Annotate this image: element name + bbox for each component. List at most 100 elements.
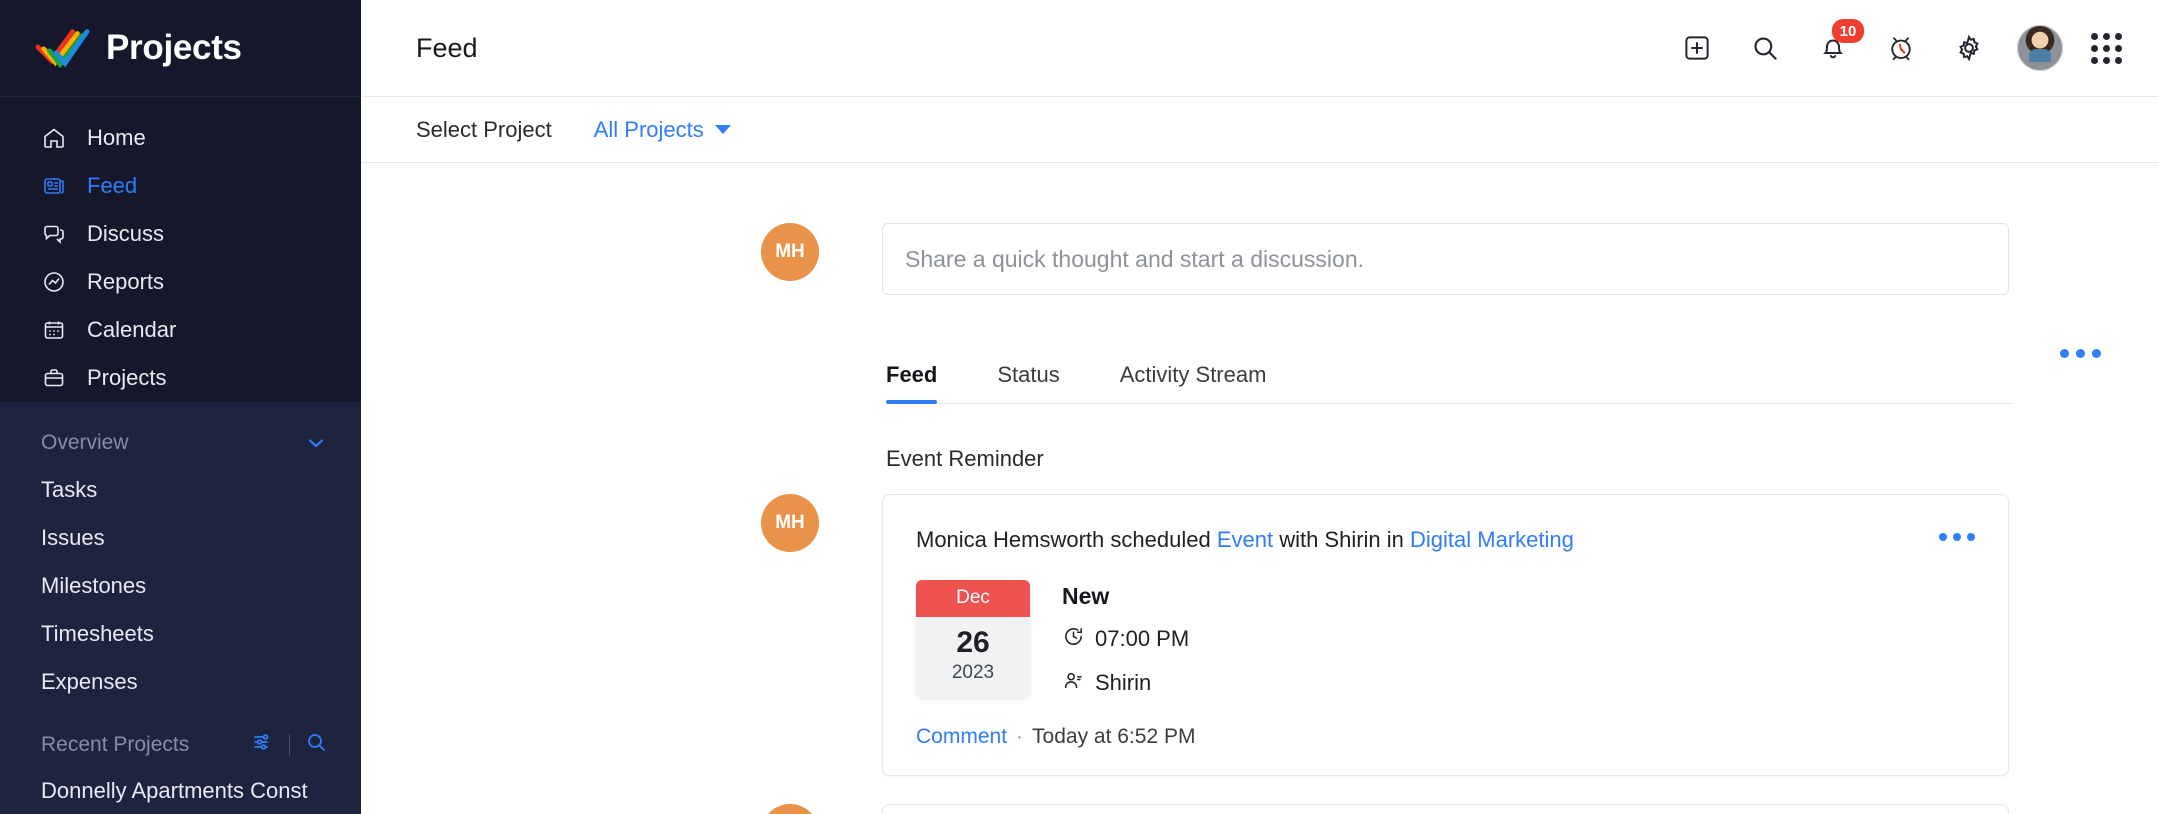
sidebar-item-label: Projects (87, 365, 167, 390)
feed-section-label: Event Reminder (886, 446, 1044, 471)
ellipsis-dot (2092, 349, 2101, 358)
tab-feed[interactable]: Feed (886, 362, 938, 404)
post-more-menu[interactable] (1939, 525, 1975, 541)
post-verb: scheduled (1104, 527, 1217, 552)
main-area: Feed 10 Select Project All Projects MH S… (361, 0, 2158, 814)
grid-dot (2115, 44, 2122, 52)
compose-placeholder: Share a quick thought and start a discus… (905, 245, 1365, 272)
compose-avatar: MH (761, 223, 819, 281)
post-footer: Comment · Today at 6:52 PM (916, 725, 1975, 749)
grid-dot (2091, 44, 2098, 52)
compose-input[interactable]: Share a quick thought and start a discus… (882, 223, 2009, 295)
tab-status[interactable]: Status (997, 362, 1059, 403)
clock-icon (1062, 625, 1085, 654)
tab-label: Activity Stream (1119, 362, 1267, 387)
sidebar-item-milestones[interactable]: Milestones (0, 562, 361, 610)
top-header: Feed 10 (361, 0, 2158, 97)
ellipsis-dot (1939, 533, 1947, 541)
sidebar-item-label: Timesheets (41, 621, 154, 646)
checkmark-logo-icon (34, 22, 92, 74)
profile-avatar[interactable] (2017, 25, 2063, 71)
filter-sliders-icon[interactable] (251, 730, 275, 760)
grid-dot (2103, 56, 2110, 64)
post-middle-text: with Shirin in (1273, 527, 1411, 552)
post-headline: Monica Hemsworth scheduled Event with Sh… (916, 525, 1574, 555)
sidebar-item-label: Reports (87, 269, 165, 294)
sidebar-item-home[interactable]: Home (0, 114, 361, 162)
post-timestamp: Today at 6:52 PM (1032, 724, 1196, 748)
comment-button[interactable]: Comment (916, 725, 1007, 749)
event-time: 07:00 PM (1095, 626, 1190, 652)
feed-content: MH Share a quick thought and start a dis… (361, 163, 2158, 814)
date-badge-month: Dec (916, 579, 1030, 617)
sidebar-item-feed[interactable]: Feed (0, 162, 361, 210)
sidebar-item-issues[interactable]: Issues (0, 514, 361, 562)
sidebar-item-calendar[interactable]: Calendar (0, 306, 361, 354)
notification-badge: 10 (1832, 19, 1864, 43)
grid-dot (2103, 44, 2110, 52)
project-dropdown-value: All Projects (593, 116, 704, 142)
sidebar-primary-nav: Home Feed Discuss Reports Calendar Proje… (0, 97, 361, 402)
timer-button[interactable] (1881, 28, 1921, 68)
sidebar-item-label: Milestones (41, 573, 147, 598)
feed-icon (41, 173, 67, 199)
sidebar-secondary-nav: Overview Tasks Issues Milestones Timeshe… (0, 402, 361, 814)
sidebar-item-expenses[interactable]: Expenses (0, 658, 361, 706)
event-date-badge: Dec 26 2023 (916, 579, 1030, 698)
search-button[interactable] (1745, 28, 1785, 68)
grid-dot (2091, 32, 2098, 40)
add-button[interactable] (1677, 28, 1717, 68)
post-avatar: MH (761, 494, 819, 552)
sidebar-item-tasks[interactable]: Tasks (0, 466, 361, 514)
tab-activity-stream[interactable]: Activity Stream (1120, 362, 1267, 403)
sidebar-brand[interactable]: Projects (0, 0, 361, 97)
sidebar-item-projects[interactable]: Projects (0, 354, 361, 402)
compose-row: MH Share a quick thought and start a dis… (761, 223, 2158, 295)
event-title: New (1062, 582, 1110, 609)
sidebar-item-reports[interactable]: Reports (0, 258, 361, 306)
brand-title: Projects (106, 28, 242, 67)
chevron-down-icon[interactable] (304, 431, 328, 455)
footer-separator: · (1016, 724, 1024, 748)
event-attendees-row: Shirin (1062, 669, 1189, 698)
project-dropdown[interactable]: All Projects (594, 117, 731, 143)
reports-icon (41, 269, 67, 295)
date-badge-day: 26 (956, 625, 990, 659)
sidebar-item-label: Home (87, 125, 146, 150)
feed-post-card-next (882, 803, 2009, 814)
home-icon (41, 125, 67, 151)
feed-post-card: Monica Hemsworth scheduled Event with Sh… (882, 494, 2009, 776)
feed-post-row: MH Monica Hemsworth scheduled Event with… (761, 494, 2158, 776)
event-body: Dec 26 2023 New 07:00 PM Shirin (916, 579, 1975, 698)
recent-projects-actions (251, 730, 328, 760)
grid-dot (2103, 32, 2110, 40)
app-root: Projects Home Feed Discuss Reports Calen… (0, 0, 2158, 814)
notifications-button[interactable]: 10 (1813, 19, 1864, 68)
feed-more-menu[interactable] (2060, 349, 2101, 358)
post-avatar: MH (761, 803, 819, 814)
divider (289, 734, 290, 756)
sidebar-recent-project-item[interactable]: Donnelly Apartments Const (0, 778, 361, 804)
sidebar-item-label: Expenses (41, 669, 138, 694)
apps-grid-button[interactable] (2091, 32, 2122, 64)
post-event-link[interactable]: Event (1217, 527, 1273, 552)
feed-post-row-next: MH (761, 803, 2158, 814)
sidebar-item-discuss[interactable]: Discuss (0, 210, 361, 258)
feed-tabs: Feed Status Activity Stream (886, 342, 2013, 404)
search-icon[interactable] (304, 730, 328, 760)
briefcase-icon (41, 365, 67, 391)
sidebar-item-label: Issues (41, 525, 105, 550)
sidebar-item-label: Discuss (87, 221, 165, 246)
settings-button[interactable] (1949, 28, 1989, 68)
sidebar-item-timesheets[interactable]: Timesheets (0, 610, 361, 658)
event-time-row: 07:00 PM (1062, 625, 1189, 654)
project-selector-bar: Select Project All Projects (361, 97, 2158, 163)
people-icon (1062, 669, 1085, 698)
select-project-label: Select Project (416, 116, 552, 142)
grid-dot (2091, 56, 2098, 64)
discuss-icon (41, 221, 67, 247)
date-badge-year: 2023 (951, 661, 995, 683)
sidebar-section-overview[interactable]: Overview (0, 420, 361, 466)
post-project-link[interactable]: Digital Marketing (1410, 527, 1574, 552)
header-actions: 10 (1677, 19, 2122, 71)
